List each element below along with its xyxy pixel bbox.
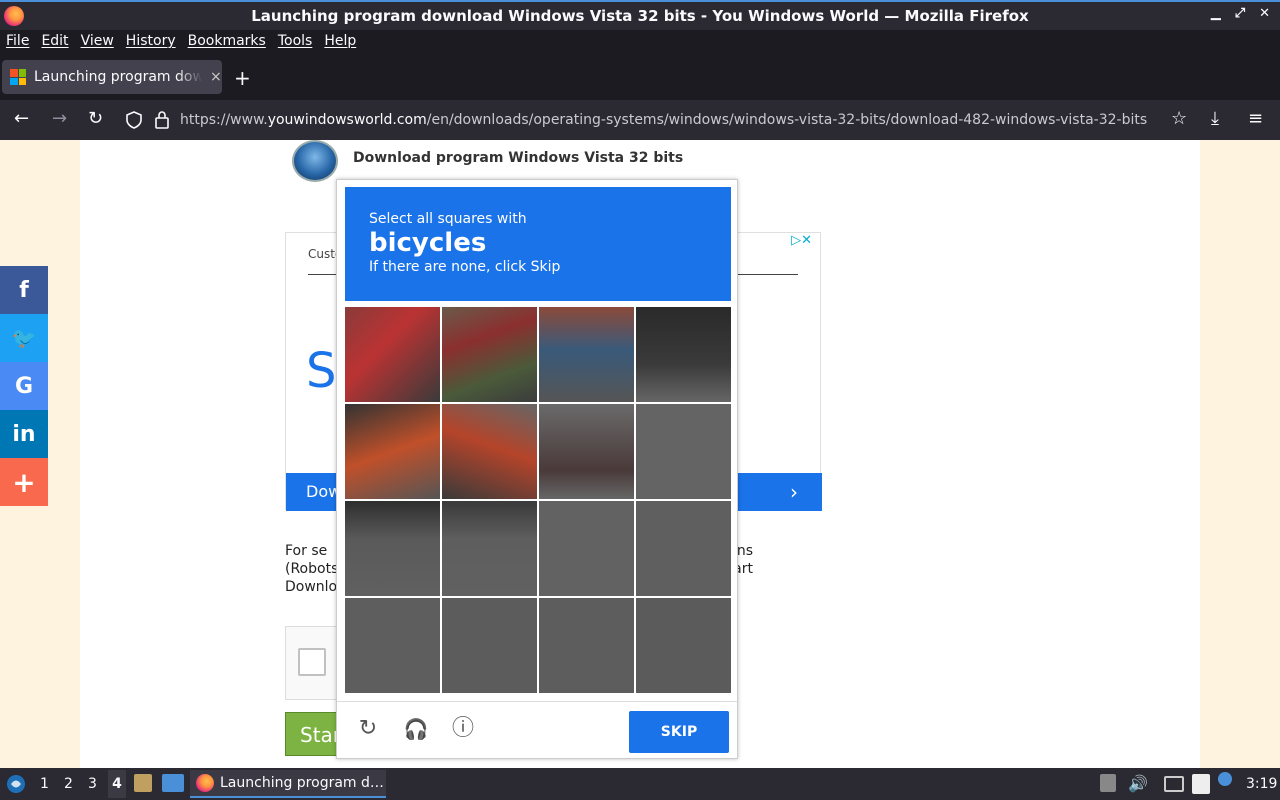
- downloads-icon[interactable]: ⤓: [1211, 108, 1219, 129]
- ad-big-letter: S: [306, 343, 337, 399]
- twitter-icon: 🐦: [11, 326, 37, 350]
- grid-tile[interactable]: [636, 501, 731, 596]
- grid-tile[interactable]: [345, 598, 440, 693]
- window-controls: ▁ ⤢ ✕: [1211, 6, 1270, 21]
- grid-tile[interactable]: [539, 307, 634, 402]
- url-bar[interactable]: https://www. youwindowsworld.com/en/downl…: [180, 104, 1260, 136]
- taskbar: 1 2 3 4 Launching program d… 🔊 3:19: [0, 768, 1280, 800]
- taskbar-firefox-task[interactable]: Launching program d…: [190, 770, 386, 798]
- firefox-icon: [4, 6, 24, 26]
- grid-tile[interactable]: [539, 404, 634, 499]
- reload-button[interactable]: ↻: [88, 108, 103, 129]
- url-path: /en/downloads/operating-systems/windows/…: [426, 112, 1148, 128]
- google-share-button[interactable]: G: [0, 362, 48, 410]
- forward-button[interactable]: →: [52, 108, 67, 129]
- challenge-target: bicycles: [369, 228, 487, 258]
- grid-tile[interactable]: [442, 307, 537, 402]
- navigation-bar: ← → ↻ https://www. youwindowsworld.com/en…: [0, 100, 1280, 140]
- challenge-footer: ↻ 🎧 ⓘ SKIP: [337, 701, 739, 760]
- menu-edit[interactable]: Edit: [41, 33, 68, 49]
- workspace-4[interactable]: 4: [108, 770, 126, 798]
- linkedin-share-button[interactable]: in: [0, 410, 48, 458]
- windows-vista-logo: [292, 140, 338, 182]
- maximize-button[interactable]: ⤢: [1235, 6, 1245, 21]
- download-title: Download program Windows Vista 32 bits: [353, 150, 684, 166]
- bookmark-star-icon[interactable]: ☆: [1171, 108, 1187, 129]
- grid-tile[interactable]: [442, 501, 537, 596]
- grid-tile[interactable]: [539, 598, 634, 693]
- recaptcha-challenge: Select all squares with bicycles If ther…: [336, 179, 739, 760]
- skip-button[interactable]: SKIP: [629, 711, 729, 753]
- window-title: Launching program download Windows Vista…: [251, 7, 1029, 25]
- google-icon: G: [14, 373, 34, 399]
- app-menu-icon[interactable]: ≡: [1248, 108, 1263, 129]
- chevron-right-icon: ›: [790, 480, 798, 504]
- menu-file[interactable]: File: [6, 33, 29, 49]
- plus-icon: +: [12, 465, 36, 499]
- info-icon[interactable]: ⓘ: [450, 716, 476, 742]
- twitter-share-button[interactable]: 🐦: [0, 314, 48, 362]
- minimize-button[interactable]: ▁: [1211, 6, 1221, 21]
- shield-icon[interactable]: [126, 111, 142, 129]
- start-menu-icon[interactable]: [6, 774, 26, 794]
- grid-tile[interactable]: [345, 501, 440, 596]
- url-host: youwindowsworld.com: [267, 112, 427, 128]
- grid-tile[interactable]: [345, 404, 440, 499]
- grid-tile[interactable]: [636, 598, 731, 693]
- facebook-icon: f: [19, 277, 29, 303]
- menu-history[interactable]: History: [126, 33, 176, 49]
- menu-help[interactable]: Help: [324, 33, 356, 49]
- firefox-icon: [196, 774, 214, 792]
- notification-icon[interactable]: [1218, 772, 1232, 786]
- workspace-3[interactable]: 3: [88, 776, 97, 792]
- menu-bookmarks[interactable]: Bookmarks: [188, 33, 266, 49]
- menu-view[interactable]: View: [81, 33, 114, 49]
- menu-tools[interactable]: Tools: [278, 33, 313, 49]
- back-button[interactable]: ←: [14, 108, 29, 129]
- challenge-hint: If there are none, click Skip: [369, 259, 561, 275]
- windows-favicon-icon: [10, 69, 26, 85]
- reload-challenge-icon[interactable]: ↻: [355, 716, 381, 742]
- file-manager-icon[interactable]: [134, 774, 152, 792]
- tab-bar: Launching program download Windows Vista…: [0, 52, 1280, 100]
- url-prefix: https://www.: [180, 112, 268, 128]
- adchoices-icon[interactable]: ▷✕: [791, 233, 812, 248]
- more-share-button[interactable]: +: [0, 458, 48, 506]
- window-titlebar: Launching program download Windows Vista…: [0, 0, 1280, 30]
- tray-update-icon[interactable]: [1100, 774, 1116, 792]
- task-title: Launching program d…: [220, 775, 384, 791]
- workspace-2[interactable]: 2: [64, 776, 73, 792]
- workspace-1[interactable]: 1: [40, 776, 49, 792]
- grid-tile[interactable]: [539, 501, 634, 596]
- lock-icon[interactable]: [154, 110, 170, 130]
- linkedin-icon: in: [12, 421, 36, 447]
- new-tab-button[interactable]: +: [234, 66, 251, 90]
- tab-title: Launching program download Windows Vista…: [34, 69, 202, 85]
- close-window-button[interactable]: ✕: [1259, 6, 1270, 21]
- grid-tile[interactable]: [345, 307, 440, 402]
- audio-challenge-icon[interactable]: 🎧: [403, 716, 429, 742]
- display-icon[interactable]: [1164, 776, 1184, 792]
- grid-tile[interactable]: [636, 404, 731, 499]
- menu-bar: File Edit View History Bookmarks Tools H…: [0, 30, 1280, 52]
- clock: 3:19: [1246, 776, 1278, 792]
- desktop-icon[interactable]: [162, 774, 184, 792]
- facebook-share-button[interactable]: f: [0, 266, 48, 314]
- clipboard-icon[interactable]: [1192, 774, 1210, 794]
- recaptcha-checkbox[interactable]: [298, 648, 326, 676]
- tab-close-icon[interactable]: ×: [210, 69, 222, 85]
- volume-icon[interactable]: 🔊: [1128, 774, 1148, 793]
- grid-tile[interactable]: [636, 307, 731, 402]
- challenge-instruction: Select all squares with: [369, 211, 527, 227]
- grid-tile[interactable]: [442, 598, 537, 693]
- grid-tile[interactable]: [442, 404, 537, 499]
- challenge-header: Select all squares with bicycles If ther…: [345, 187, 731, 301]
- challenge-grid: [345, 307, 731, 693]
- tab-active[interactable]: Launching program download Windows Vista…: [2, 60, 222, 94]
